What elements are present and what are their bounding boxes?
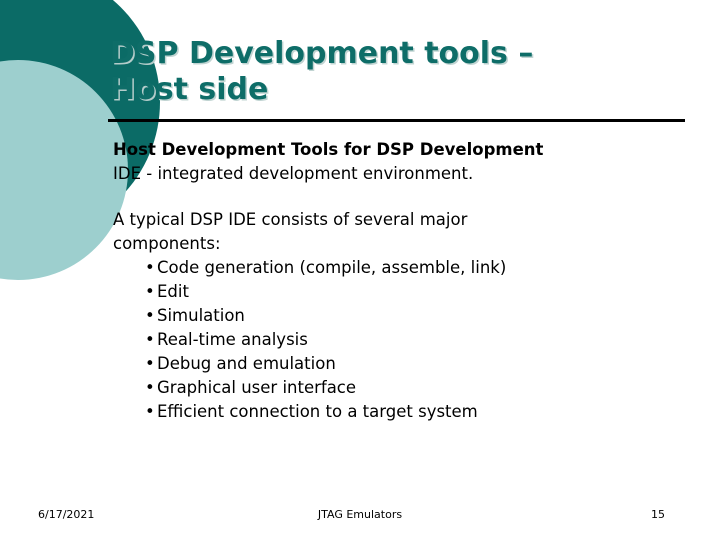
list-item-label: Efficient connection to a target system xyxy=(157,402,478,421)
decorative-circle-light xyxy=(0,60,128,280)
list-item: • Graphical user interface xyxy=(113,376,693,400)
bullet-icon: • xyxy=(145,354,155,373)
list-item: • Simulation xyxy=(113,304,693,328)
bullet-icon: • xyxy=(145,402,155,421)
slide-title: DSP Development tools – Host side xyxy=(110,36,670,108)
slide-title-line-2: Host side xyxy=(110,72,269,107)
slide-footer: 6/17/2021 JTAG Emulators 15 xyxy=(0,508,720,528)
body-intro-line-1: A typical DSP IDE consists of several ma… xyxy=(113,210,468,229)
slide-body: Host Development Tools for DSP Developme… xyxy=(113,138,693,424)
body-spacer xyxy=(113,186,693,208)
list-item-label: Graphical user interface xyxy=(157,378,357,397)
body-intro-line-2: components: xyxy=(113,234,221,253)
bullet-icon: • xyxy=(145,378,155,397)
slide-title-line-1: DSP Development tools – xyxy=(110,36,534,71)
slide: DSP Development tools – Host side Host D… xyxy=(0,0,720,540)
footer-page-number: 15 xyxy=(651,508,665,521)
list-item-label: Real-time analysis xyxy=(157,330,308,349)
bullet-icon: • xyxy=(145,258,155,277)
bullet-icon: • xyxy=(145,282,155,301)
list-item: • Efficient connection to a target system xyxy=(113,400,693,424)
body-heading: Host Development Tools for DSP Developme… xyxy=(113,140,544,159)
body-subheading: IDE - integrated development environment… xyxy=(113,164,474,183)
bullet-icon: • xyxy=(145,306,155,325)
list-item: • Edit xyxy=(113,280,693,304)
list-item: • Code generation (compile, assemble, lin… xyxy=(113,256,693,280)
title-divider xyxy=(108,119,685,122)
component-bullet-list: • Code generation (compile, assemble, lin… xyxy=(113,256,693,424)
footer-title: JTAG Emulators xyxy=(317,508,403,521)
list-item-label: Debug and emulation xyxy=(157,354,336,373)
list-item-label: Code generation (compile, assemble, link… xyxy=(157,258,507,277)
list-item-label: Edit xyxy=(157,282,189,301)
list-item-label: Simulation xyxy=(157,306,245,325)
list-item: • Debug and emulation xyxy=(113,352,693,376)
list-item: • Real-time analysis xyxy=(113,328,693,352)
bullet-icon: • xyxy=(145,330,155,349)
